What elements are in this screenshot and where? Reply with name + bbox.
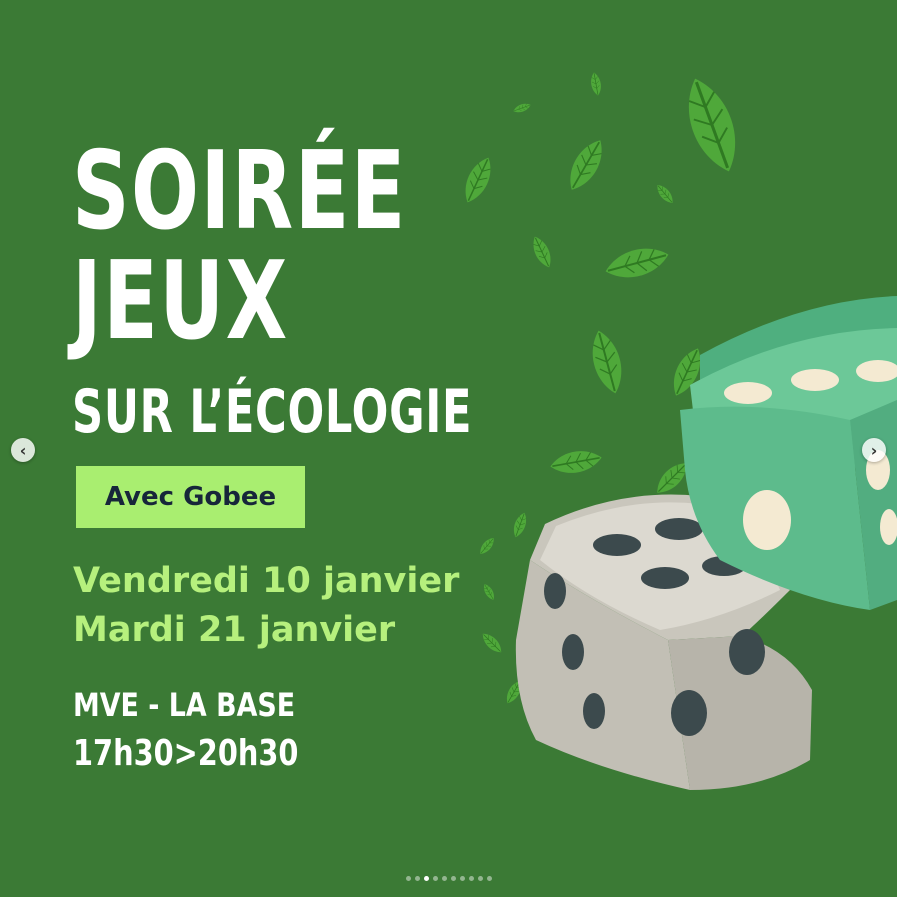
event-hours: 17h30>20h30 — [73, 733, 299, 774]
carousel-dot[interactable] — [405, 876, 411, 881]
carousel-dot[interactable] — [468, 876, 474, 881]
title-jeux: JEUX — [72, 239, 289, 364]
partner-badge-label: Avec Gobee — [104, 482, 277, 512]
carousel-dot[interactable] — [441, 876, 447, 881]
event-poster: SOIRÉE JEUX SUR L’ÉCOLOGIE Avec Gobee Ve… — [0, 0, 897, 897]
chevron-right-icon[interactable]: › — [862, 438, 886, 462]
carousel-dot[interactable] — [432, 876, 438, 881]
partner-badge: Avec Gobee — [76, 466, 305, 528]
carousel-dot[interactable] — [450, 876, 456, 881]
event-date-1: Vendredi 10 janvier — [73, 561, 460, 601]
subtitle-ecologie: SUR L’ÉCOLOGIE — [72, 377, 473, 447]
carousel-dot[interactable] — [414, 876, 420, 881]
carousel-dot[interactable] — [486, 876, 492, 881]
dice-leaves-illustration — [457, 70, 897, 790]
event-date-2: Mardi 21 janvier — [73, 610, 396, 650]
carousel-pagination — [0, 876, 897, 881]
carousel-dot[interactable] — [459, 876, 465, 881]
carousel-dot[interactable] — [423, 876, 429, 881]
event-venue: MVE - LA BASE — [73, 686, 296, 724]
title-soiree: SOIRÉE — [72, 129, 407, 254]
carousel-dot[interactable] — [477, 876, 483, 881]
chevron-left-icon[interactable]: ‹ — [11, 438, 35, 462]
